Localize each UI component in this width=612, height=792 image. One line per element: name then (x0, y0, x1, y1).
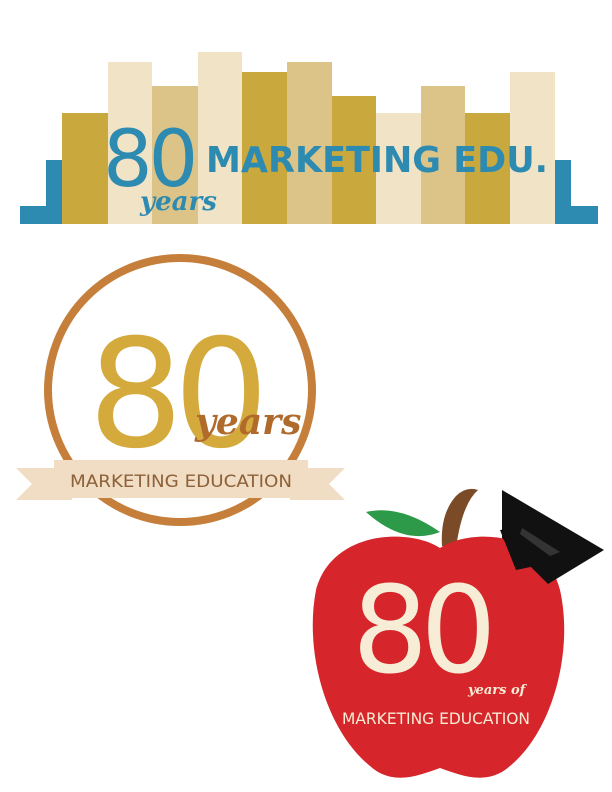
logo-circle-number: 80 (88, 308, 259, 482)
teal-bookend-right (555, 160, 598, 224)
graduation-cap-icon (500, 490, 604, 584)
apple-leaf (366, 510, 440, 537)
badge-ring (44, 254, 316, 526)
banner-tail-right (290, 468, 345, 500)
banner-body (54, 460, 308, 498)
logo-bookshelf: 80 years MARKETING EDU. (20, 52, 598, 224)
teal-bookend-left (20, 160, 62, 224)
apple-body (312, 536, 565, 778)
logo-circle-banner-text: MARKETING EDUCATION (70, 472, 292, 492)
apple-stem (441, 488, 478, 548)
logo-bookshelf-years: years (139, 187, 217, 217)
banner-tail-left (16, 468, 72, 500)
logo-apple-tagline: MARKETING EDUCATION (342, 709, 530, 728)
logo-circle-years: years (194, 401, 301, 443)
logo-apple-number: 80 (352, 562, 489, 701)
logo-bookshelf-tagline: MARKETING EDU. (206, 140, 548, 181)
logo-apple-years-of: years of (467, 683, 528, 698)
book (62, 113, 108, 224)
